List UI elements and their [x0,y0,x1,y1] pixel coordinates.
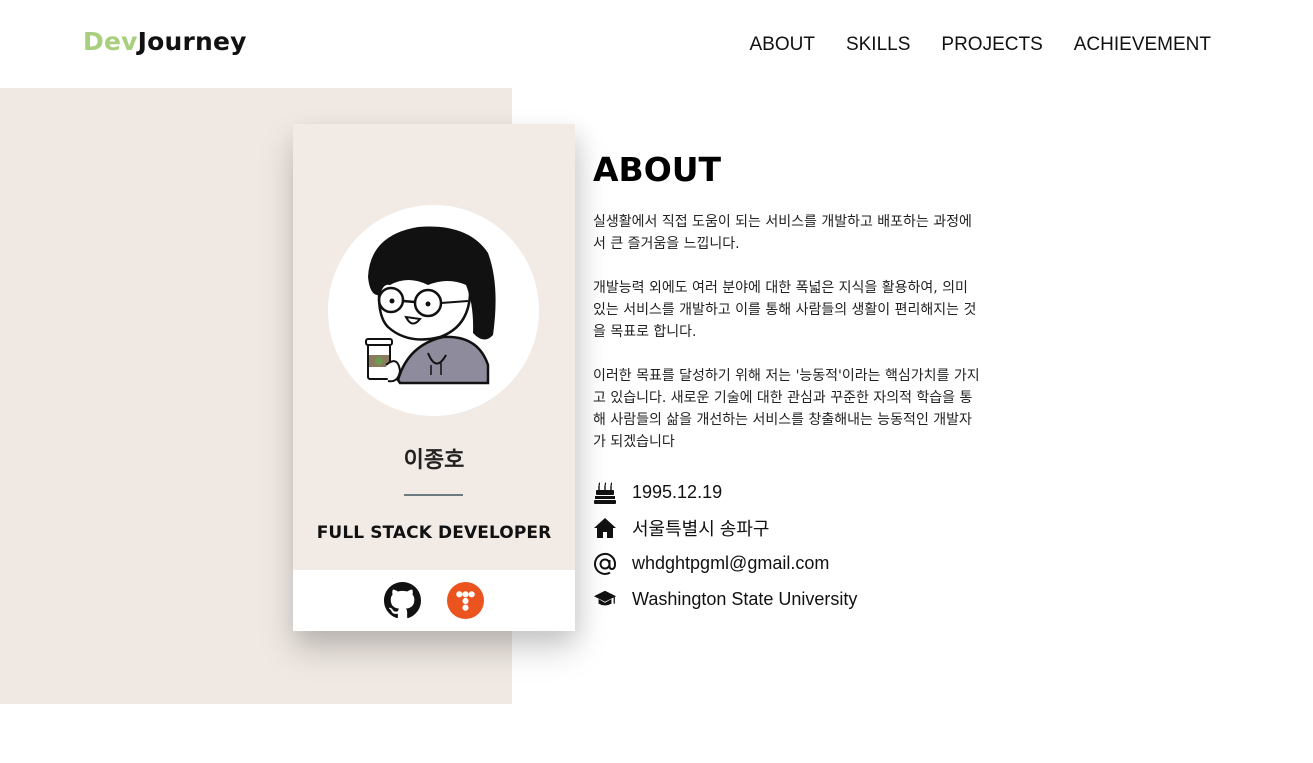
main-nav: ABOUT SKILLS PROJECTS ACHIEVEMENT [750,33,1212,57]
about-section: ABOUT 실생활에서 직접 도움이 되는 서비스를 개발하고 배포하는 과정에… [593,150,993,475]
profile-name: 이종호 [403,448,465,473]
logo-prefix: Dev [83,27,138,56]
avatar-illustration [365,226,496,385]
tistory-icon[interactable] [447,582,484,619]
github-icon[interactable] [384,582,421,619]
profile-role: FULL STACK DEVELOPER [316,523,552,543]
name-divider [404,494,463,496]
info-email: whdghtpgml@gmail.com [593,546,857,582]
home-icon [593,516,617,540]
avatar [328,205,539,416]
social-links [293,570,575,631]
info-address: 서울특별시 송파구 [593,511,857,547]
info-school: Washington State University [593,582,857,618]
info-email-text: whdghtpgml@gmail.com [632,553,830,574]
logo-suffix: Journey [137,27,247,56]
info-address-text: 서울특별시 송파구 [632,519,770,540]
site-header: DevJourney ABOUT SKILLS PROJECTS ACHIEVE… [0,0,1313,88]
nav-about[interactable]: ABOUT [750,33,815,57]
at-sign-icon [593,552,617,576]
site-logo[interactable]: DevJourney [83,27,247,56]
about-paragraph-1: 실생활에서 직접 도움이 되는 서비스를 개발하고 배포하는 과정에서 큰 즐거… [593,214,972,252]
graduation-cap-icon [593,587,617,611]
about-title: ABOUT [593,150,722,189]
nav-projects[interactable]: PROJECTS [941,33,1042,57]
info-birthday-text: 1995.12.19 [632,482,723,503]
nav-achievement[interactable]: ACHIEVEMENT [1074,33,1211,57]
nav-skills[interactable]: SKILLS [846,33,910,57]
about-paragraph-3: 이러한 목표를 달성하기 위해 저는 '능동적'이라는 핵심가치를 가지고 있습… [593,368,980,450]
info-birthday: 1995.12.19 [593,475,857,511]
profile-card: 이종호 FULL STACK DEVELOPER [293,124,575,631]
birthday-cake-icon [593,481,617,505]
about-paragraph-2: 개발능력 외에도 여러 분야에 대한 폭넓은 지식을 활용하여, 의미 있는 서… [593,280,977,340]
info-list: 1995.12.19 서울특별시 송파구 whdghtpgml@gmail.co… [593,475,857,617]
info-school-text: Washington State University [632,588,858,609]
